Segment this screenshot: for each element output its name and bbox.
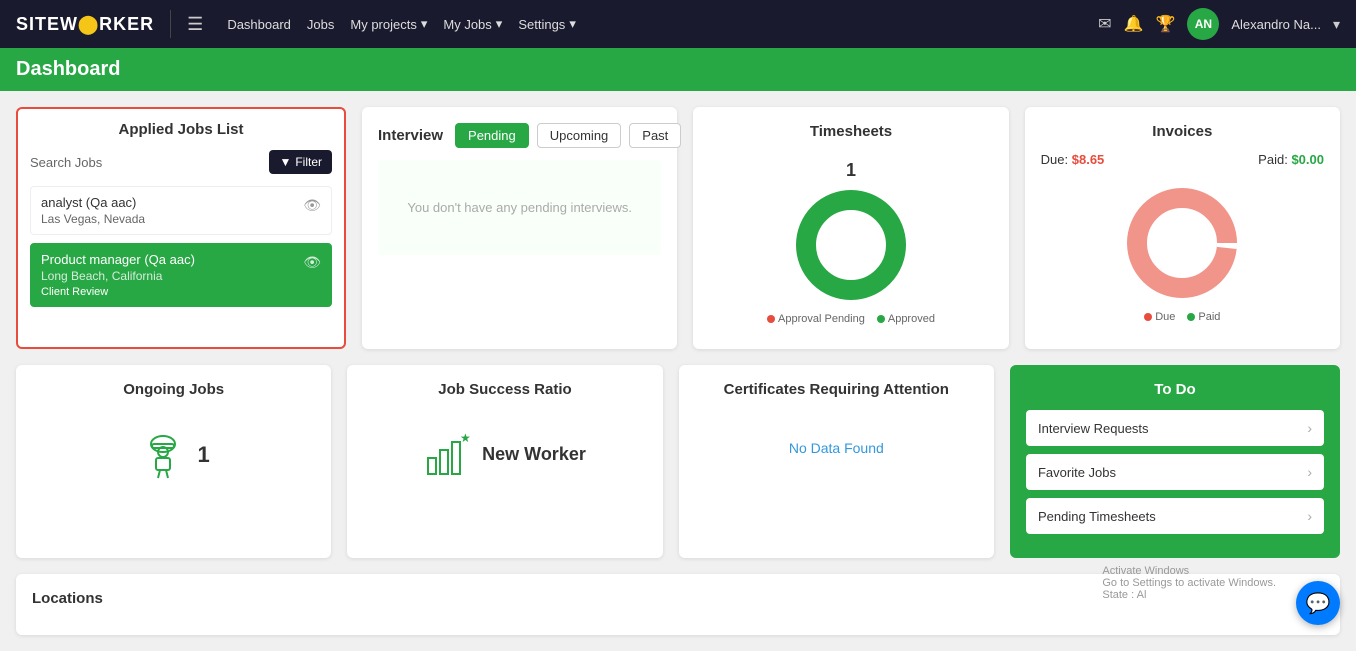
nav-links: Dashboard Jobs My projects ▾ My Jobs ▾ S…: [227, 16, 576, 32]
eye-icon-2[interactable]: 👁: [303, 254, 321, 271]
todo-arrow-1: ›: [1307, 420, 1312, 436]
row-2: Ongoing Jobs 1 Job Success R: [16, 365, 1340, 558]
invoices-donut-container: Due Paid: [1041, 175, 1324, 331]
todo-arrow-2: ›: [1307, 464, 1312, 480]
row-3: Locations: [16, 574, 1340, 635]
nav-right: ✉ 🔔 🏆 AN Alexandro Na... ▾: [1098, 8, 1340, 40]
interview-empty: You don't have any pending interviews.: [378, 160, 661, 255]
tab-past[interactable]: Past: [629, 123, 681, 148]
tab-upcoming[interactable]: Upcoming: [537, 123, 622, 148]
ongoing-count: 1: [198, 442, 210, 468]
timesheets-donut: [791, 185, 911, 305]
job-item-2[interactable]: Product manager (Qa aac) Long Beach, Cal…: [30, 243, 332, 307]
page-header: Dashboard: [0, 48, 1356, 91]
search-filter-row: Search Jobs ▼ Filter: [30, 150, 332, 174]
todo-label-interview: Interview Requests: [1038, 421, 1149, 436]
ongoing-jobs-title: Ongoing Jobs: [32, 381, 315, 398]
nav-divider: [170, 10, 171, 38]
no-data: No Data Found: [695, 410, 978, 486]
chat-icon: 💬: [1306, 591, 1331, 616]
todo-title: To Do: [1026, 381, 1324, 398]
nav-myprojects[interactable]: My projects ▾: [350, 16, 427, 32]
paid-label: Paid:: [1258, 152, 1288, 167]
worker-section: 1: [32, 410, 315, 500]
success-section: ★ New Worker: [363, 410, 646, 498]
tab-pending[interactable]: Pending: [455, 123, 529, 148]
certificates-title: Certificates Requiring Attention: [695, 381, 978, 398]
timesheets-count: 1: [846, 160, 856, 181]
job-title-2: Product manager (Qa aac): [41, 252, 195, 267]
svg-text:★: ★: [460, 431, 471, 445]
invoices-legend: Due Paid: [1144, 311, 1220, 323]
due-amount: $8.65: [1072, 152, 1105, 167]
bell-icon[interactable]: 🔔: [1124, 14, 1144, 34]
worker-icon: [138, 430, 188, 480]
paid-amount: $0.00: [1291, 152, 1324, 167]
applied-jobs-title: Applied Jobs List: [30, 121, 332, 138]
filter-button[interactable]: ▼ Filter: [269, 150, 332, 174]
filter-icon: ▼: [279, 155, 291, 169]
due-label: Due:: [1041, 152, 1068, 167]
invoices-title: Invoices: [1041, 123, 1324, 140]
todo-label-pending: Pending Timesheets: [1038, 509, 1156, 524]
trophy-icon[interactable]: 🏆: [1155, 14, 1175, 34]
locations-card: Locations: [16, 574, 1340, 635]
username[interactable]: Alexandro Na...: [1231, 17, 1321, 32]
job-success-card: Job Success Ratio ★ New Worker: [347, 365, 662, 558]
eye-icon-1[interactable]: 👁: [303, 197, 321, 214]
applied-jobs-card: Applied Jobs List Search Jobs ▼ Filter a…: [16, 107, 346, 349]
hamburger-icon[interactable]: ☰: [187, 14, 203, 35]
nav-dashboard[interactable]: Dashboard: [227, 17, 291, 32]
username-dropdown-icon[interactable]: ▾: [1333, 16, 1340, 33]
todo-item-favorite-jobs[interactable]: Favorite Jobs ›: [1026, 454, 1324, 490]
invoices-card: Invoices Due: $8.65 Paid: $0.00 Due Paid: [1025, 107, 1340, 349]
page-title: Dashboard: [16, 58, 120, 80]
nav-jobs[interactable]: Jobs: [307, 17, 334, 32]
interview-label: Interview: [378, 127, 443, 144]
interview-tabs: Interview Pending Upcoming Past: [378, 123, 661, 148]
main-content: Applied Jobs List Search Jobs ▼ Filter a…: [0, 91, 1356, 651]
search-label: Search Jobs: [30, 155, 102, 170]
row-1: Applied Jobs List Search Jobs ▼ Filter a…: [16, 107, 1340, 349]
invoices-donut: [1122, 183, 1242, 303]
ongoing-jobs-card: Ongoing Jobs 1: [16, 365, 331, 558]
nav-settings[interactable]: Settings ▾: [518, 16, 576, 32]
todo-card: To Do Interview Requests › Favorite Jobs…: [1010, 365, 1340, 558]
navbar: SITEW⬤RKER ☰ Dashboard Jobs My projects …: [0, 0, 1356, 48]
avatar[interactable]: AN: [1187, 8, 1219, 40]
success-label: New Worker: [482, 444, 586, 465]
success-icon: ★: [424, 430, 472, 478]
job-list: analyst (Qa aac) Las Vegas, Nevada 👁 Pro…: [30, 186, 332, 307]
job-location-1: Las Vegas, Nevada: [41, 212, 145, 226]
job-status-2: Client Review: [41, 286, 195, 298]
job-location-2: Long Beach, California: [41, 269, 195, 283]
mail-icon[interactable]: ✉: [1098, 14, 1111, 34]
locations-title: Locations: [32, 590, 1324, 607]
todo-item-pending-timesheets[interactable]: Pending Timesheets ›: [1026, 498, 1324, 534]
brand-logo: SITEW⬤RKER: [16, 14, 154, 35]
todo-arrow-3: ›: [1307, 508, 1312, 524]
todo-label-favorite: Favorite Jobs: [1038, 465, 1116, 480]
job-item-1[interactable]: analyst (Qa aac) Las Vegas, Nevada 👁: [30, 186, 332, 235]
timesheets-card: Timesheets 1 Approval Pending Approved: [693, 107, 1008, 349]
job-success-title: Job Success Ratio: [363, 381, 646, 398]
interview-card: Interview Pending Upcoming Past You don'…: [362, 107, 677, 349]
timesheets-donut-container: 1 Approval Pending Approved: [709, 152, 992, 333]
certificates-card: Certificates Requiring Attention No Data…: [679, 365, 994, 558]
nav-myjobs[interactable]: My Jobs ▾: [443, 16, 502, 32]
timesheets-legend: Approval Pending Approved: [767, 313, 935, 325]
invoice-amounts: Due: $8.65 Paid: $0.00: [1041, 152, 1324, 167]
job-title-1: analyst (Qa aac): [41, 195, 145, 210]
timesheets-title: Timesheets: [709, 123, 992, 140]
chat-button[interactable]: 💬: [1296, 581, 1340, 625]
todo-item-interview-requests[interactable]: Interview Requests ›: [1026, 410, 1324, 446]
